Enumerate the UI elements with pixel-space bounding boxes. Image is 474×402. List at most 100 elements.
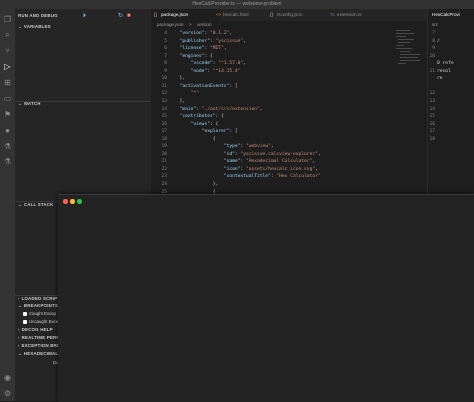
code-line[interactable]: 13 ], (151, 99, 185, 107)
line-number: 7 (432, 31, 435, 36)
code-text: "license": "MIT", (179, 46, 227, 52)
breadcrumb-node[interactable]: version (197, 22, 212, 27)
code-text: "vscode": "^1.57.0", (190, 61, 246, 67)
line-number: 6 (164, 46, 167, 52)
code-text: "version": "0.1.2", (179, 31, 233, 36)
chevron-down-icon: ⌄ (18, 351, 22, 356)
line-number: 10 (429, 53, 435, 59)
title-bar: HexCalcProvider.ts — webview-problem (0, 0, 474, 9)
secondary-code-line[interactable]: 13 (427, 99, 435, 107)
json-icon: {} (154, 12, 158, 17)
html-icon: <> (216, 12, 222, 17)
chevron-right-icon: › (18, 327, 20, 332)
chevron-down-icon: ⌄ (18, 24, 22, 29)
debug-restart-button[interactable]: ↻ (118, 13, 123, 19)
secondary-code-line[interactable]: 18 (427, 137, 435, 145)
loaded-scripts-section[interactable]: › LOADED SCRIPTS (18, 296, 63, 301)
breadcrumb-file[interactable]: package.json (157, 22, 184, 27)
line-number: 22 (161, 166, 167, 172)
line-number: 14 (429, 106, 435, 112)
github-icon[interactable]: ● (3, 126, 12, 135)
floating-window[interactable] (58, 194, 474, 402)
chevron-right-icon: › (18, 335, 20, 340)
tab-tsconfig-json[interactable]: {} tsconfig.json (267, 9, 335, 21)
debug-stop-button[interactable]: ■ (127, 13, 131, 19)
code-line[interactable]: 5 "publisher": "yscissue", (151, 39, 246, 47)
code-line[interactable]: 6 "license": "MIT", (151, 46, 226, 54)
line-number: 10 (161, 76, 167, 82)
line-number: 16 (161, 121, 167, 127)
line-number: 8 (432, 38, 435, 44)
files-icon[interactable]: ❐ (3, 15, 12, 24)
code-text: "icon": "assets/hexcalc_icon.svg", (223, 166, 318, 172)
checkbox[interactable] (23, 319, 27, 324)
tab-hexcalc-html[interactable]: <> hexcalc.html (213, 9, 275, 21)
tab-extension-ts[interactable]: TS extension.ts (327, 9, 393, 21)
tab-package-json[interactable]: {} package.json (151, 9, 221, 21)
call-stack-section[interactable]: ⌄ CALL STACK (18, 202, 54, 208)
code-line[interactable]: 19 "type": "webview", (151, 144, 273, 152)
secondary-code-line[interactable]: 7 (427, 31, 435, 39)
activity-bar: ❐ ⌕ ⑂ ▷ ⊞ ▭ ⚑ ● ⚗ ⚗ ◉ ⚙ (0, 9, 15, 401)
code-line[interactable]: 4 "version": "0.1.2", (151, 31, 232, 39)
code-text: }, (174, 182, 219, 187)
code-line[interactable]: 24 }, (151, 182, 218, 190)
line-number: 24 (161, 182, 167, 187)
run-debug-icon[interactable]: ▷ (3, 62, 12, 71)
secondary-code-line[interactable]: 9 (427, 46, 435, 54)
close-window-button[interactable] (63, 199, 68, 204)
secondary-code-line[interactable]: re (427, 76, 443, 84)
code-text: ], (174, 98, 186, 104)
breakpoints-section[interactable]: ⌄ BREAKPOINTS (18, 303, 58, 309)
account-icon[interactable]: ◉ (3, 373, 12, 382)
code-line[interactable]: 10 }, (151, 76, 185, 84)
sidebar-title: RUN AND DEBUG (18, 13, 58, 18)
minimap[interactable] (394, 28, 424, 188)
secondary-code-line[interactable]: 10 (427, 54, 435, 62)
tab-hexcalc-provider[interactable]: HexCalcProvi (428, 9, 474, 21)
debug-continue-button[interactable]: ⏵ (83, 13, 86, 19)
code-line[interactable]: 23 "contextualTitle": "Hex Calculator" (151, 174, 320, 182)
secondary-code-line[interactable]: 11 resol (427, 68, 450, 77)
secondary-code-line[interactable]: 8/ (427, 38, 440, 47)
zoom-window-button[interactable] (77, 199, 82, 204)
code-line[interactable]: 16 "views": { (151, 121, 218, 130)
source-control-icon[interactable]: ⑂ (3, 46, 12, 55)
code-text: "contributes": { (179, 114, 224, 120)
testing-icon[interactable]: ⚗ (3, 142, 12, 151)
breakpoint-uncaught-exceptions[interactable]: Uncaught Exce (23, 319, 58, 324)
extensions-icon[interactable]: ⊞ (3, 78, 12, 87)
testing-flask-icon[interactable]: ⚗ (3, 157, 12, 166)
secondary-code-line[interactable]: 14 (427, 107, 435, 115)
checkbox[interactable] (23, 311, 27, 316)
code-line[interactable]: 12 "*" (151, 91, 198, 99)
watch-section[interactable]: ⌄ WATCH (18, 101, 41, 107)
secondary-code-line[interactable]: 16 (427, 122, 435, 130)
search-icon[interactable]: ⌕ (3, 30, 12, 39)
remote-icon[interactable]: ▭ (3, 94, 12, 103)
code-line[interactable]: 17 "explorer": [ (151, 129, 237, 137)
minimize-window-button[interactable] (70, 199, 75, 204)
settings-icon[interactable]: ⚙ (3, 389, 12, 398)
json-icon: {} (270, 12, 274, 17)
line-number: 12 (161, 91, 167, 97)
line-number: 4 (164, 31, 167, 36)
chevron-down-icon: ⌄ (18, 101, 22, 106)
secondary-code-line[interactable]: 0 refe (427, 61, 454, 69)
chevron-down-icon: ⌄ (18, 303, 22, 308)
code-line[interactable]: 15 "contributes": { (151, 114, 223, 122)
bookmark-icon[interactable]: ⚑ (3, 110, 12, 119)
window-title: HexCalcProvider.ts — webview-problem (192, 1, 282, 7)
deco-help-section[interactable]: › DECOG HELP (18, 327, 53, 332)
code-line[interactable]: 8 "vscode": "^1.57.0", (151, 61, 246, 69)
code-line[interactable]: 21 "name": "Hexadecimal Calculator", (151, 159, 315, 167)
line-number: 12 (429, 91, 435, 97)
secondary-code-line[interactable]: 12 (427, 91, 435, 99)
secondary-code-line[interactable]: 15 (427, 114, 435, 122)
line-number: 11 (429, 68, 435, 74)
secondary-code-line[interactable]: 17 (427, 129, 435, 137)
code-line[interactable]: 14 "main": "./out/src/extension", (151, 107, 262, 115)
line-number: 21 (161, 159, 167, 165)
variables-section[interactable]: ⌄ VARIABLES (18, 24, 51, 30)
breakpoint-caught-exceptions[interactable]: Caught Excep (23, 311, 56, 316)
